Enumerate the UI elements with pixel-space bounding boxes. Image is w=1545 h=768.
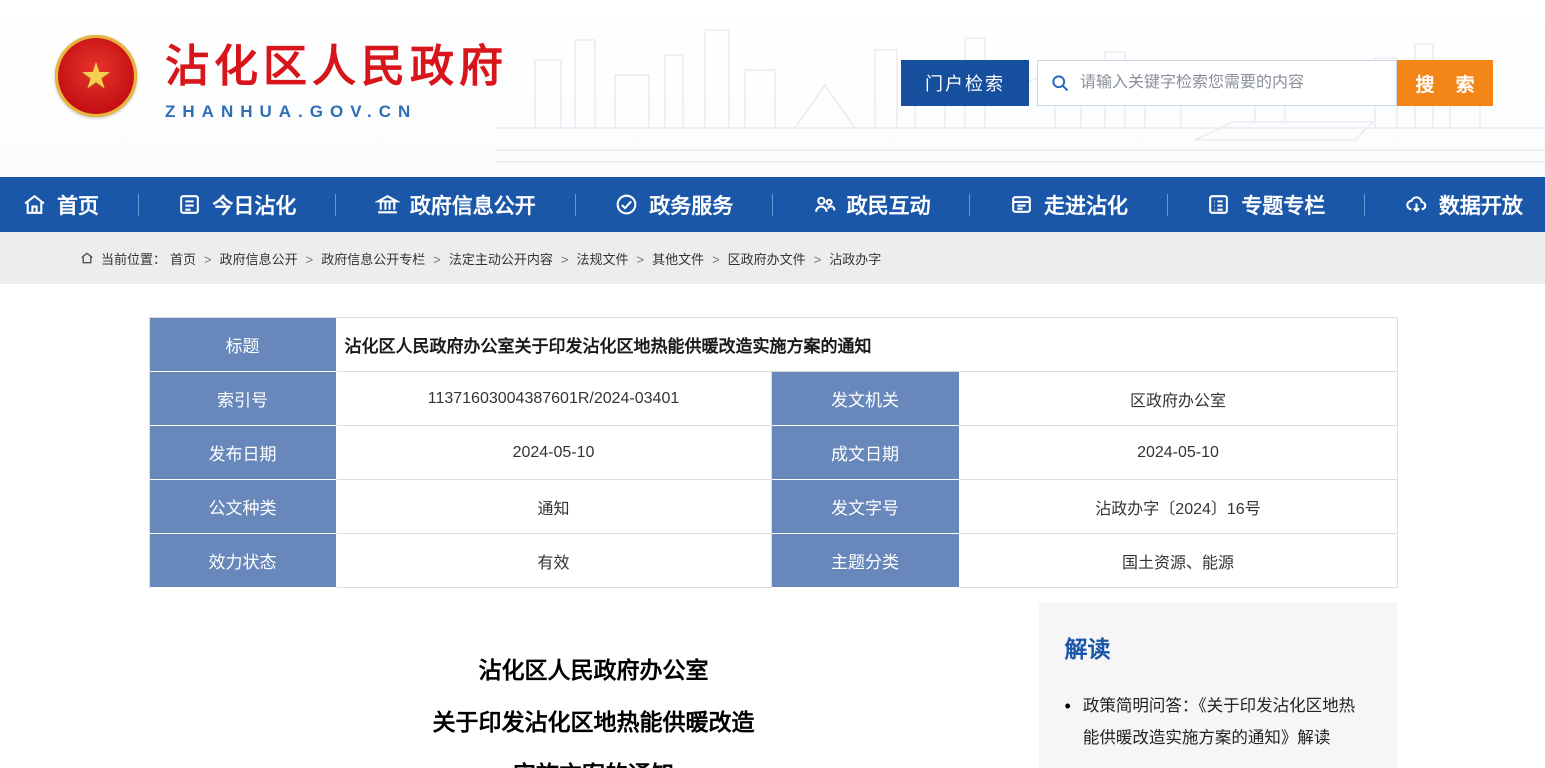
- meta-label-validity: 效力状态: [150, 534, 337, 588]
- nav-item-gov-info[interactable]: 政府信息公开: [375, 190, 536, 220]
- nav-label: 专题专栏: [1241, 190, 1325, 220]
- nav-label: 政府信息公开: [410, 190, 536, 220]
- nav-label: 首页: [57, 190, 99, 220]
- cloud-download-icon: [1404, 192, 1429, 217]
- national-emblem-icon: ★: [55, 35, 137, 117]
- meta-value-title: 沾化区人民政府办公室关于印发沾化区地热能供暖改造实施方案的通知: [337, 318, 1398, 372]
- breadcrumb-item-current: 沾政办字: [829, 249, 881, 268]
- search-box: [1037, 60, 1397, 106]
- meta-label-written-date: 成文日期: [772, 426, 960, 480]
- nav-item-today[interactable]: 今日沾化: [177, 190, 296, 220]
- meta-label-publish-date: 发布日期: [150, 426, 337, 480]
- search-submit-button[interactable]: 搜 索: [1397, 60, 1493, 106]
- breadcrumb-prefix: 当前位置：: [101, 249, 166, 268]
- nav-label: 政务服务: [649, 190, 733, 220]
- nav-label: 走进沾化: [1044, 190, 1128, 220]
- site-domain: ZHANHUA.GOV.CN: [165, 102, 508, 122]
- nav-divider: [575, 194, 576, 216]
- meta-value-subject: 国土资源、能源: [960, 534, 1398, 588]
- nav-label: 政民互动: [847, 190, 931, 220]
- site-name: 沾化区人民政府: [165, 30, 508, 94]
- nav-label: 今日沾化: [212, 190, 296, 220]
- nav-divider: [1364, 194, 1365, 216]
- breadcrumb-item-other-docs[interactable]: 其他文件: [652, 249, 728, 268]
- document-meta-table: 标题 沾化区人民政府办公室关于印发沾化区地热能供暖改造实施方案的通知 索引号 1…: [149, 317, 1397, 588]
- meta-label-doc-number: 发文字号: [772, 480, 960, 534]
- nav-item-open-data[interactable]: 数据开放: [1404, 190, 1523, 220]
- nav-divider: [1167, 194, 1168, 216]
- breadcrumb: 当前位置： 首页 政府信息公开 政府信息公开专栏 法定主动公开内容 法规文件 其…: [0, 232, 1545, 284]
- nav-item-about[interactable]: 走进沾化: [1009, 190, 1128, 220]
- breadcrumb-item-gov-info[interactable]: 政府信息公开: [220, 249, 322, 268]
- handshake-icon: [614, 192, 639, 217]
- people-chat-icon: [812, 192, 837, 217]
- nav-divider: [335, 194, 336, 216]
- site-logo[interactable]: ★ 沾化区人民政府 ZHANHUA.GOV.CN: [55, 30, 508, 122]
- meta-value-validity: 有效: [337, 534, 772, 588]
- article-body: 沾化区人民政府办公室 关于印发沾化区地热能供暖改造 实施方案的通知: [149, 602, 1039, 768]
- nav-item-home[interactable]: 首页: [22, 190, 99, 220]
- bullet-icon: •: [1065, 690, 1071, 754]
- search-input[interactable]: [1080, 74, 1384, 92]
- star-icon: ★: [80, 58, 112, 94]
- meta-label-subject: 主题分类: [772, 534, 960, 588]
- meta-value-written-date: 2024-05-10: [960, 426, 1398, 480]
- meta-value-doc-type: 通知: [337, 480, 772, 534]
- interpretation-sidebar: 解读 • 政策简明问答：《关于印发沾化区地热能供暖改造实施方案的通知》解读: [1039, 602, 1397, 768]
- search-area: 门户检索 搜 索: [901, 60, 1493, 106]
- breadcrumb-item-home[interactable]: 首页: [170, 249, 220, 268]
- nav-item-interaction[interactable]: 政民互动: [812, 190, 931, 220]
- nav-divider: [969, 194, 970, 216]
- article-title-line: 沾化区人民政府办公室: [149, 644, 1039, 696]
- meta-value-issuer: 区政府办公室: [960, 372, 1398, 426]
- nav-divider: [138, 194, 139, 216]
- meta-label-doc-type: 公文种类: [150, 480, 337, 534]
- meta-label-title: 标题: [150, 318, 337, 372]
- breadcrumb-item-gov-info-column[interactable]: 政府信息公开专栏: [321, 249, 449, 268]
- list-icon: [1206, 192, 1231, 217]
- search-icon: [1050, 73, 1070, 93]
- bank-icon: [375, 192, 400, 217]
- nav-divider: [772, 194, 773, 216]
- main-nav: 首页 今日沾化 政府信息公开 政务服务 政民互动 走进沾化 专题专栏 数据开放: [0, 177, 1545, 232]
- article-title-line: 实施方案的通知: [149, 748, 1039, 768]
- interpretation-heading: 解读: [1065, 630, 1371, 664]
- breadcrumb-home-icon: [80, 251, 94, 265]
- home-icon: [22, 192, 47, 217]
- meta-label-index: 索引号: [150, 372, 337, 426]
- meta-value-index: 11371603004387601R/2024-03401: [337, 372, 772, 426]
- breadcrumb-item-statutory[interactable]: 法定主动公开内容: [449, 249, 577, 268]
- site-header: ★ 沾化区人民政府 ZHANHUA.GOV.CN 门户检索 搜 索: [0, 0, 1545, 177]
- nav-label: 数据开放: [1439, 190, 1523, 220]
- meta-label-issuer: 发文机关: [772, 372, 960, 426]
- nav-item-topics[interactable]: 专题专栏: [1206, 190, 1325, 220]
- interpretation-link-text: 政策简明问答：《关于印发沾化区地热能供暖改造实施方案的通知》解读: [1083, 690, 1371, 754]
- article-title-line: 关于印发沾化区地热能供暖改造: [149, 696, 1039, 748]
- meta-value-doc-number: 沾政办字〔2024〕16号: [960, 480, 1398, 534]
- breadcrumb-item-district-docs[interactable]: 区政府办文件: [728, 249, 830, 268]
- card-icon: [1009, 192, 1034, 217]
- breadcrumb-item-regulations[interactable]: 法规文件: [576, 249, 652, 268]
- news-icon: [177, 192, 202, 217]
- portal-search-button[interactable]: 门户检索: [901, 60, 1029, 106]
- site-title-block: 沾化区人民政府 ZHANHUA.GOV.CN: [165, 30, 508, 122]
- nav-item-services[interactable]: 政务服务: [614, 190, 733, 220]
- meta-value-publish-date: 2024-05-10: [337, 426, 772, 480]
- interpretation-link[interactable]: • 政策简明问答：《关于印发沾化区地热能供暖改造实施方案的通知》解读: [1065, 690, 1371, 754]
